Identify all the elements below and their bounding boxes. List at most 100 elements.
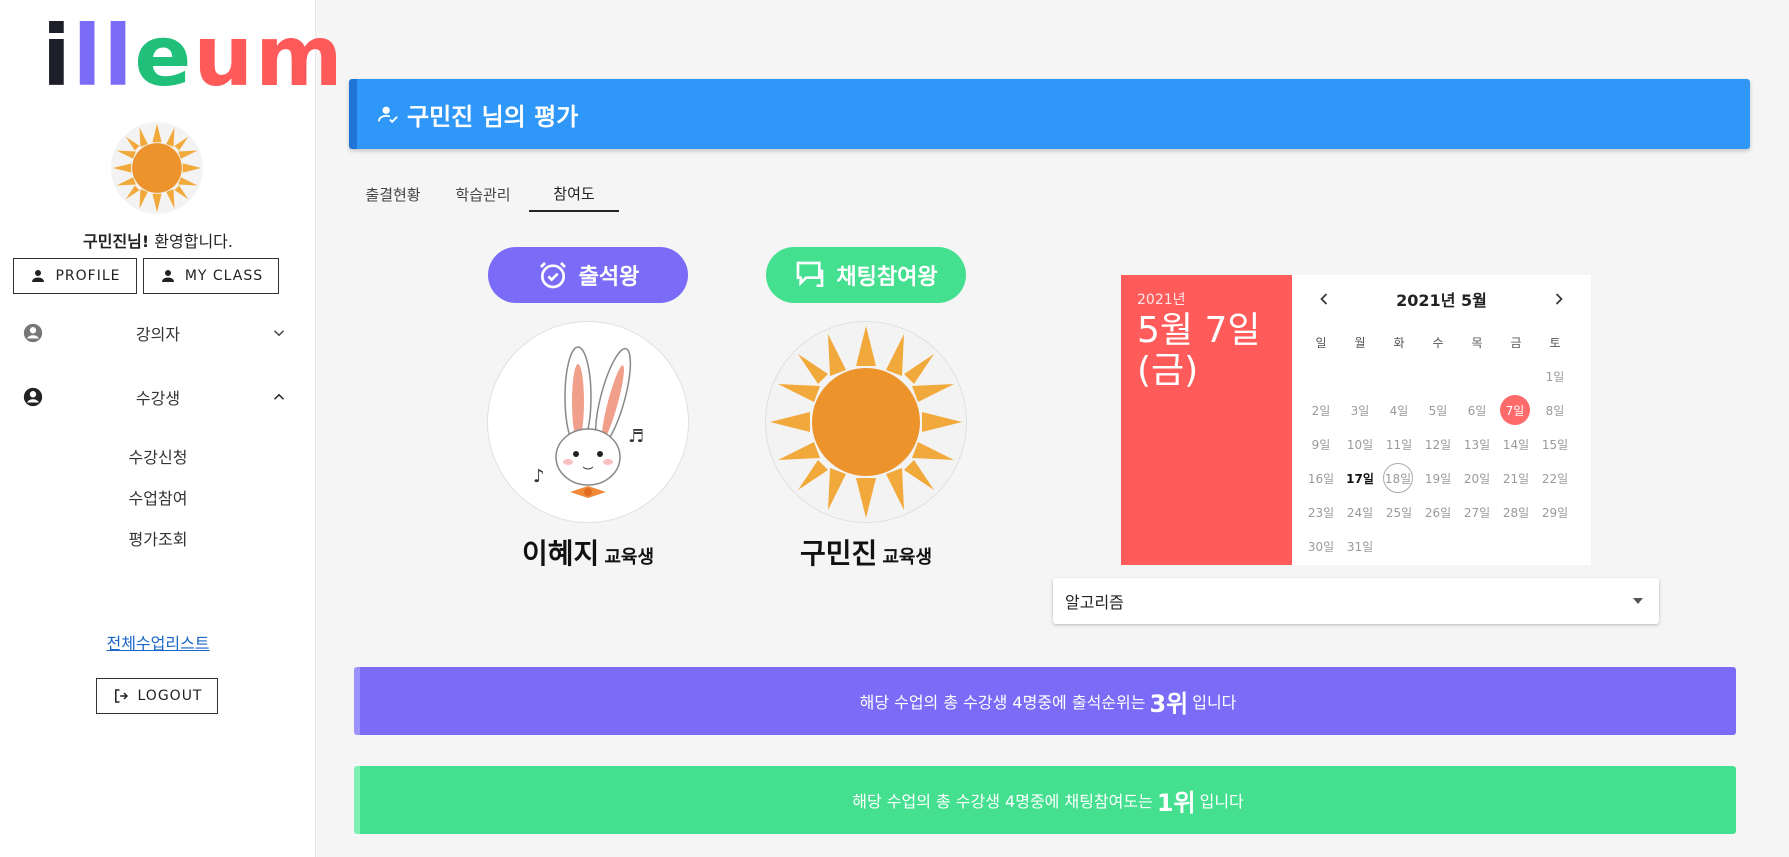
nav-item-student[interactable]: 수강생 bbox=[0, 377, 316, 417]
sub-item-attend-class[interactable]: 수업참여 bbox=[0, 485, 316, 509]
rank-suffix: 입니다 bbox=[1199, 792, 1244, 811]
calendar-day[interactable]: 27일 bbox=[1461, 497, 1493, 527]
winner-role: 교육생 bbox=[882, 547, 933, 568]
logo-part: um bbox=[193, 7, 345, 105]
calendar-day[interactable]: 8일 bbox=[1539, 395, 1571, 425]
svg-text:♪: ♪ bbox=[533, 466, 545, 487]
calendar-day[interactable]: 6일 bbox=[1461, 395, 1493, 425]
calendar-weekday: 화 bbox=[1393, 335, 1405, 350]
tab-participation[interactable]: 참여도 bbox=[529, 176, 619, 212]
calendar-day[interactable]: 11일 bbox=[1383, 429, 1415, 459]
account-circle-icon bbox=[23, 387, 43, 407]
calendar-day[interactable]: 5일 bbox=[1422, 395, 1454, 425]
chatting-rank-banner: 해당 수업의 총 수강생 4명중에 채팅참여도는 1위 입니다 bbox=[354, 766, 1736, 834]
sun-illustration-icon bbox=[770, 326, 962, 518]
calendar-date-panel: 2021년 5월 7일 (금) bbox=[1121, 275, 1292, 565]
logout-label: LOGOUT bbox=[137, 688, 203, 704]
page-header: 구민진 님의 평가 bbox=[349, 79, 1750, 149]
calendar-weekday: 토 bbox=[1549, 335, 1561, 350]
calendar-day[interactable]: 30일 bbox=[1305, 531, 1337, 561]
calendar-day[interactable]: 31일 bbox=[1344, 531, 1376, 561]
calendar-day[interactable]: 7일 bbox=[1500, 395, 1530, 425]
welcome-text: 환영합니다. bbox=[149, 232, 233, 251]
calendar-day[interactable]: 3일 bbox=[1344, 395, 1376, 425]
rank-value: 3위 bbox=[1149, 689, 1189, 718]
calendar-day[interactable]: 18일 bbox=[1383, 463, 1413, 493]
tab-learning[interactable]: 학습관리 bbox=[450, 176, 516, 212]
tab-attendance[interactable]: 출결현황 bbox=[360, 176, 426, 212]
calendar-day[interactable]: 10일 bbox=[1344, 429, 1376, 459]
calendar-day[interactable]: 9일 bbox=[1305, 429, 1337, 459]
calendar-day[interactable]: 28일 bbox=[1500, 497, 1532, 527]
chevron-down-icon bbox=[273, 330, 285, 337]
calendar-day[interactable]: 17일 bbox=[1344, 463, 1376, 493]
calendar-day[interactable]: 15일 bbox=[1539, 429, 1571, 459]
person-check-icon bbox=[377, 106, 398, 124]
logo-part: e bbox=[134, 7, 194, 105]
calendar-selected-weekday: (금) bbox=[1137, 350, 1199, 391]
winner-name: 이혜지 bbox=[521, 537, 600, 570]
calendar-month-title: 2021년 5월 bbox=[1396, 291, 1487, 310]
calendar-day[interactable]: 23일 bbox=[1305, 497, 1337, 527]
nav-item-label: 강의자 bbox=[135, 325, 181, 344]
calendar-day[interactable]: 22일 bbox=[1539, 463, 1571, 493]
attendance-king-badge: 출석왕 bbox=[488, 247, 688, 303]
sub-item-enroll[interactable]: 수강신청 bbox=[0, 444, 316, 468]
person-icon bbox=[161, 270, 174, 282]
nav-item-instructor[interactable]: 강의자 bbox=[0, 313, 316, 353]
rank-prefix: 해당 수업의 총 수강생 4명중에 채팅참여도는 bbox=[852, 792, 1153, 811]
calendar-day[interactable]: 14일 bbox=[1500, 429, 1532, 459]
illeum-logo[interactable]: illeum bbox=[42, 14, 345, 98]
welcome-name: 구민진님! bbox=[83, 232, 150, 251]
welcome-message: 구민진님! 환영합니다. bbox=[0, 228, 316, 252]
subject-select[interactable]: 알고리즘 bbox=[1053, 578, 1659, 624]
attendance-rank-banner: 해당 수업의 총 수강생 4명중에 출석순위는 3위 입니다 bbox=[354, 667, 1736, 735]
calendar-day[interactable]: 26일 bbox=[1422, 497, 1454, 527]
calendar-selected-date: 5월 7일 bbox=[1137, 310, 1261, 351]
calendar-day[interactable]: 20일 bbox=[1461, 463, 1493, 493]
calendar-weekday: 월 bbox=[1354, 335, 1366, 350]
rank-value: 1위 bbox=[1156, 788, 1196, 817]
award-winner-photo: ♪ ♬ bbox=[488, 322, 688, 522]
avatar bbox=[111, 122, 203, 214]
sidebar: illeum 구민진님! 환영합니다. PROFILE MY CLASS 강의자… bbox=[0, 0, 343, 857]
calendar-day[interactable]: 16일 bbox=[1305, 463, 1337, 493]
award-winner-name: 구민진 교육생 bbox=[766, 532, 966, 572]
calendar-day[interactable]: 4일 bbox=[1383, 395, 1415, 425]
calendar-day[interactable]: 24일 bbox=[1344, 497, 1376, 527]
chatting-king-badge: 채팅참여왕 bbox=[766, 247, 966, 303]
profile-button[interactable]: PROFILE bbox=[13, 258, 137, 294]
calendar-year: 2021년 bbox=[1137, 292, 1186, 308]
calendar-day[interactable]: 13일 bbox=[1461, 429, 1493, 459]
calendar-day[interactable]: 25일 bbox=[1383, 497, 1415, 527]
rank-suffix: 입니다 bbox=[1192, 693, 1237, 712]
award-winner-name: 이혜지 교육생 bbox=[488, 532, 688, 572]
nav-item-label: 수강생 bbox=[135, 389, 181, 408]
calendar-day[interactable]: 19일 bbox=[1422, 463, 1454, 493]
calendar-day[interactable]: 12일 bbox=[1422, 429, 1454, 459]
calendar-day[interactable]: 21일 bbox=[1500, 463, 1532, 493]
chat-icon bbox=[797, 261, 824, 287]
dropdown-arrow-icon bbox=[1633, 598, 1643, 604]
sub-item-evaluation[interactable]: 평가조회 bbox=[0, 526, 316, 550]
badge-label: 출석왕 bbox=[578, 265, 640, 290]
logout-icon bbox=[114, 689, 128, 703]
my-class-label: MY CLASS bbox=[184, 268, 264, 284]
calendar-weekday: 금 bbox=[1510, 335, 1522, 350]
logout-button[interactable]: LOGOUT bbox=[96, 678, 218, 714]
logo-part: ll bbox=[72, 7, 135, 105]
calendar-weekday: 일 bbox=[1315, 335, 1327, 350]
account-circle-icon bbox=[23, 323, 43, 343]
calendar-day[interactable]: 1일 bbox=[1539, 361, 1571, 391]
all-classes-link[interactable]: 전체수업리스트 bbox=[0, 630, 316, 654]
alarm-check-icon bbox=[539, 262, 566, 289]
chevron-up-icon bbox=[273, 393, 285, 400]
chevron-right-icon[interactable] bbox=[1549, 289, 1569, 309]
calendar-day[interactable]: 29일 bbox=[1539, 497, 1571, 527]
person-icon bbox=[32, 270, 45, 282]
rank-prefix: 해당 수업의 총 수강생 4명중에 출석순위는 bbox=[859, 693, 1146, 712]
page-title: 구민진 님의 평가 bbox=[407, 102, 579, 131]
my-class-button[interactable]: MY CLASS bbox=[143, 258, 279, 294]
calendar-day[interactable]: 2일 bbox=[1305, 395, 1337, 425]
calendar-weekday: 수 bbox=[1432, 335, 1444, 350]
